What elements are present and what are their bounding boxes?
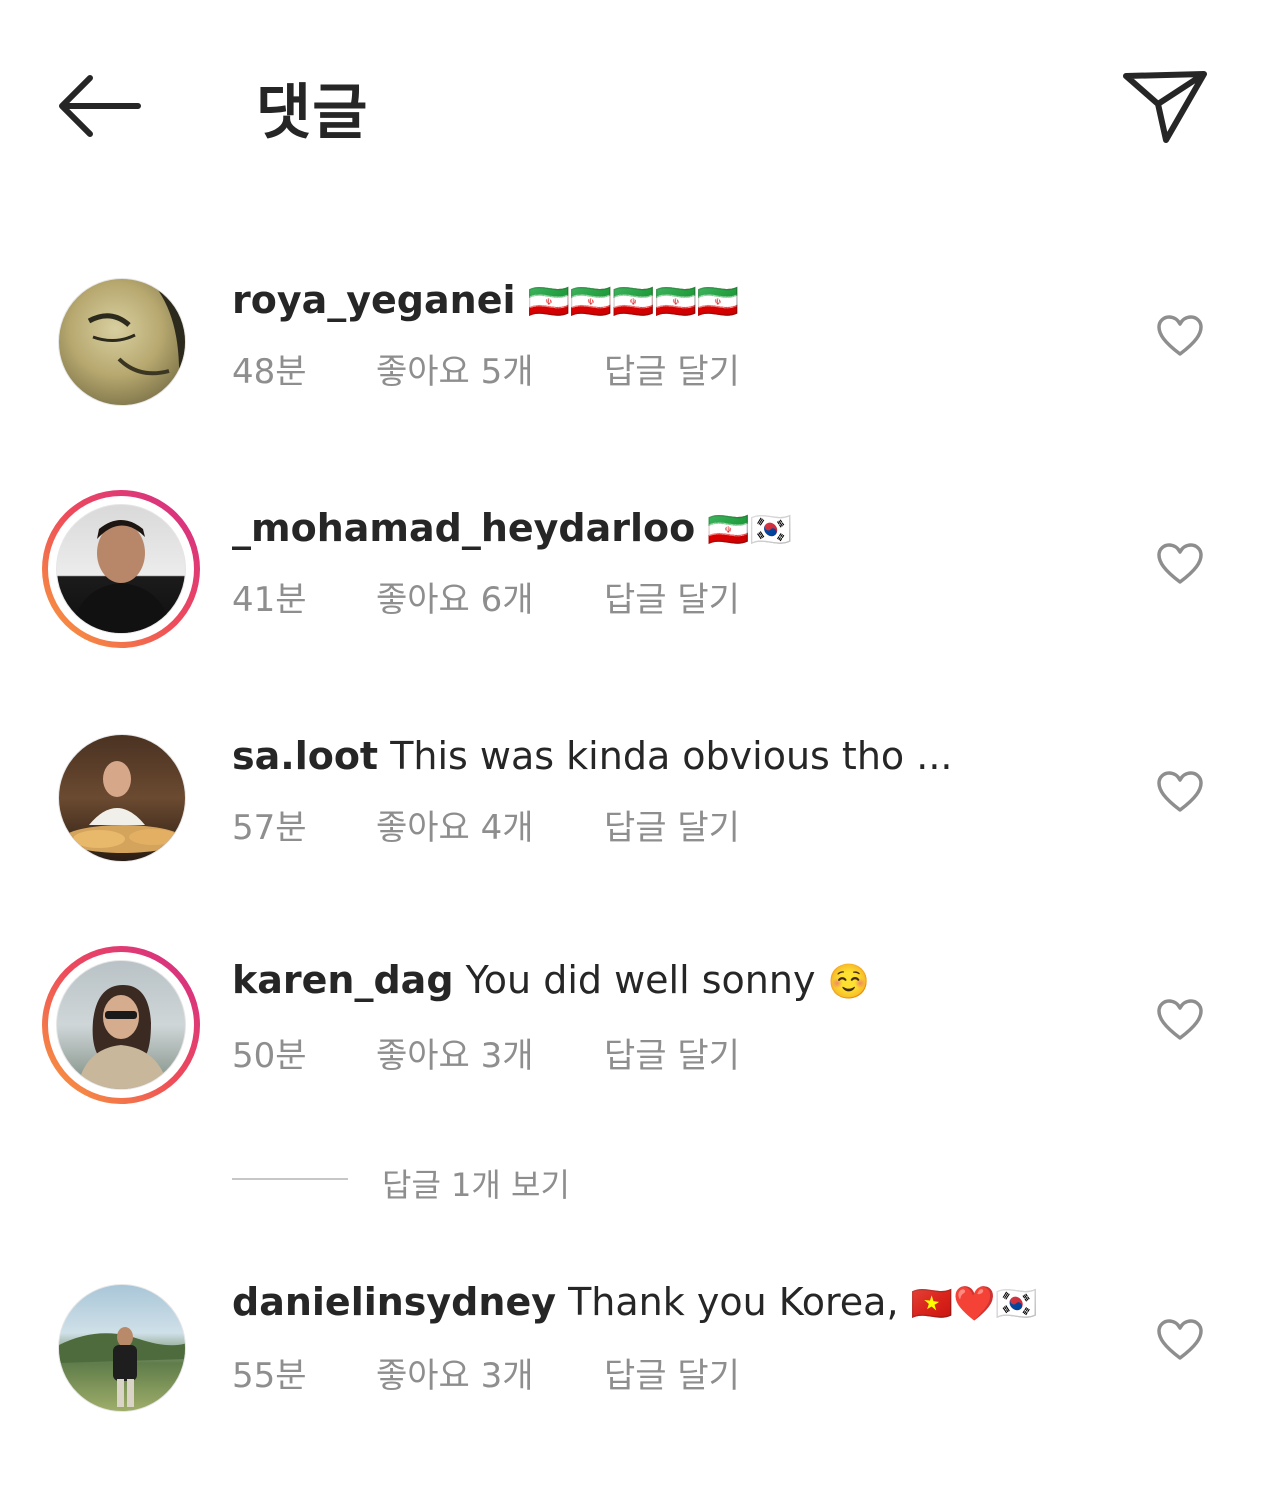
story-ring xyxy=(48,496,194,642)
comment-time: 55분 xyxy=(232,1356,307,1396)
heart-icon[interactable] xyxy=(1156,1318,1204,1362)
comment-meta: 55분 좋아요 3개 답글 달기 xyxy=(232,1348,740,1397)
avatar-image xyxy=(77,985,169,1089)
reply-button[interactable]: 답글 달기 xyxy=(604,1028,740,1077)
story-ring xyxy=(48,952,194,1098)
comment-emoji: 🇮🇷🇮🇷🇮🇷🇮🇷🇮🇷 xyxy=(527,282,740,322)
heart-icon[interactable] xyxy=(1156,998,1204,1042)
heart-icon[interactable] xyxy=(1156,542,1204,586)
comment-emoji: ☺️ xyxy=(827,962,870,1002)
reply-button[interactable]: 답글 달기 xyxy=(604,800,740,849)
comment-username[interactable]: karen_dag xyxy=(232,958,454,1002)
comment-likes[interactable]: 좋아요 3개 xyxy=(376,1348,604,1397)
comment-text-line: danielinsydney Thank you Korea, 🇻🇳❤️🇰🇷 xyxy=(232,1280,1038,1324)
avatar-image xyxy=(59,1327,185,1407)
comment-meta: 41분 좋아요 6개 답글 달기 xyxy=(232,572,740,621)
avatar[interactable] xyxy=(58,278,186,406)
comment-likes[interactable]: 좋아요 4개 xyxy=(376,800,604,849)
comment-likes[interactable]: 좋아요 3개 xyxy=(376,1028,604,1077)
comment-time: 41분 xyxy=(232,580,307,620)
comment-text: Thank you Korea, xyxy=(568,1280,899,1324)
comment-text-line: roya_yeganei 🇮🇷🇮🇷🇮🇷🇮🇷🇮🇷 xyxy=(232,278,739,322)
arrow-left-icon xyxy=(59,75,141,137)
replies-divider xyxy=(232,1178,348,1180)
comment-username[interactable]: danielinsydney xyxy=(232,1280,556,1324)
comment-item: karen_dag You did well sonny ☺️ 50분 좋아요 3… xyxy=(0,944,1280,1114)
share-button[interactable] xyxy=(1120,66,1212,146)
paper-plane-icon xyxy=(1123,71,1207,143)
avatar-image xyxy=(87,279,185,405)
comment-username[interactable]: roya_yeganei xyxy=(232,278,516,322)
page-title: 댓글 xyxy=(256,78,369,148)
comment-time: 50분 xyxy=(232,1036,307,1076)
comment-meta: 50분 좋아요 3개 답글 달기 xyxy=(232,1028,740,1077)
back-button[interactable] xyxy=(56,72,142,140)
comment-time: 57분 xyxy=(232,808,307,848)
comment-time: 48분 xyxy=(232,352,307,392)
comment-username[interactable]: sa.loot xyxy=(232,734,378,778)
comment-item: sa.loot This was kinda obvious tho ... 5… xyxy=(0,716,1280,886)
heart-icon[interactable] xyxy=(1156,314,1204,358)
avatar[interactable] xyxy=(42,946,200,1104)
comment-emoji: 🇻🇳❤️🇰🇷 xyxy=(910,1284,1038,1324)
reply-button[interactable]: 답글 달기 xyxy=(604,1348,740,1397)
header-bar: 댓글 xyxy=(0,0,1280,200)
avatar-image xyxy=(71,520,173,633)
view-replies-label: 답글 1개 보기 xyxy=(382,1166,570,1204)
comment-text-line: sa.loot This was kinda obvious tho ... xyxy=(232,734,952,778)
comment-item: danielinsydney Thank you Korea, 🇻🇳❤️🇰🇷 5… xyxy=(0,1266,1280,1436)
comment-meta: 48분 좋아요 5개 답글 달기 xyxy=(232,344,740,393)
comment-likes[interactable]: 좋아요 5개 xyxy=(376,344,604,393)
comment-meta: 57분 좋아요 4개 답글 달기 xyxy=(232,800,740,849)
comment-emoji: 🇮🇷🇰🇷 xyxy=(707,510,793,550)
comment-text: You did well sonny xyxy=(465,958,816,1002)
comment-text-line: _mohamad_heydarloo 🇮🇷🇰🇷 xyxy=(232,506,792,550)
comment-item: roya_yeganei 🇮🇷🇮🇷🇮🇷🇮🇷🇮🇷 48분 좋아요 5개 답글 달기 xyxy=(0,260,1280,430)
avatar[interactable] xyxy=(58,1284,186,1412)
comment-item: _mohamad_heydarloo 🇮🇷🇰🇷 41분 좋아요 6개 답글 달기 xyxy=(0,488,1280,658)
comment-likes[interactable]: 좋아요 6개 xyxy=(376,572,604,621)
avatar[interactable] xyxy=(58,734,186,862)
heart-icon[interactable] xyxy=(1156,770,1204,814)
reply-button[interactable]: 답글 달기 xyxy=(604,344,740,393)
avatar[interactable] xyxy=(42,490,200,648)
avatar-image xyxy=(63,761,183,853)
comment-text: This was kinda obvious tho ... xyxy=(390,734,953,778)
reply-button[interactable]: 답글 달기 xyxy=(604,572,740,621)
comment-text-line: karen_dag You did well sonny ☺️ xyxy=(232,958,870,1002)
comment-username[interactable]: _mohamad_heydarloo xyxy=(232,506,695,550)
